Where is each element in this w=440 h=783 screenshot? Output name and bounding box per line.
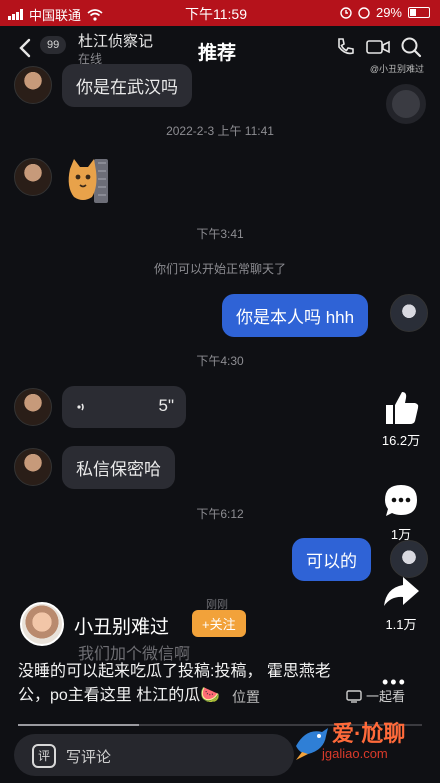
watch-together-label: 一起看 xyxy=(366,689,406,704)
comment-placeholder: 写评论 xyxy=(66,749,112,766)
site-watermark: 爱·尬聊 jgaliao.com xyxy=(292,716,438,780)
back-chevron-icon[interactable] xyxy=(14,36,38,60)
floating-assist-button[interactable] xyxy=(386,84,426,124)
status-bar: 中国联通 下午11:59 29% xyxy=(0,0,440,26)
comment-edit-icon: 评 xyxy=(32,744,56,768)
site-watermark-url: jgaliao.com xyxy=(322,746,388,761)
comment-count: 1万 xyxy=(390,527,412,542)
like-button[interactable]: 16.2万 xyxy=(372,390,430,449)
chat-contact-name[interactable]: 杜江侦察记 xyxy=(78,30,153,51)
author-name[interactable]: 小丑别难过 xyxy=(74,612,169,639)
site-watermark-name: 爱·尬聊 xyxy=(332,721,406,746)
wifi-icon xyxy=(87,8,103,21)
contact-avatar[interactable] xyxy=(14,388,52,426)
phone-icon[interactable] xyxy=(334,36,356,58)
watch-together-button[interactable]: 一起看 xyxy=(346,686,405,705)
voice-duration: 5" xyxy=(158,396,175,415)
carrier-label: 中国联通 xyxy=(29,8,82,23)
message-bubble-sent: 你是本人吗 hhh xyxy=(222,294,369,337)
message-bubble-received: 你是在武汉吗 xyxy=(62,64,192,107)
battery-percent: 29% xyxy=(375,5,402,20)
video-progress-fill xyxy=(18,724,140,726)
lock-rotation-icon xyxy=(358,6,370,19)
comment-button[interactable]: 1万 xyxy=(372,482,430,543)
signal-icon xyxy=(8,9,23,20)
comment-bubble-icon xyxy=(385,485,417,516)
like-count: 16.2万 xyxy=(381,433,421,448)
follow-button[interactable]: +关注 xyxy=(192,610,246,637)
message-timestamp: 2022-2-3 上午 11:41 xyxy=(166,124,274,138)
unread-badge: 99 xyxy=(40,36,67,54)
thumbs-up-icon xyxy=(386,392,419,424)
contact-avatar[interactable] xyxy=(14,158,52,196)
location-label[interactable]: 位置 xyxy=(232,687,260,707)
comment-input[interactable]: 评 写评论 xyxy=(14,734,294,776)
page-title[interactable]: 推荐 xyxy=(198,38,236,65)
author-avatar[interactable] xyxy=(20,602,64,646)
voice-message-bubble[interactable]: 5" xyxy=(62,386,186,428)
tv-icon xyxy=(346,690,362,703)
chat-header: 99 杜江侦察记 在线 推荐 @小丑别难过 xyxy=(0,26,440,74)
message-timestamp: 下午3:41 xyxy=(196,227,244,241)
video-caption: 没睡的可以起来吃瓜了投稿:投稿， 霍思燕老公，po主看这里 杜江的瓜🍉 xyxy=(18,663,331,704)
contact-avatar[interactable] xyxy=(14,66,52,104)
author-watermark-tag: @小丑别难过 xyxy=(369,64,424,74)
alarm-icon xyxy=(340,6,352,19)
message-bubble-received: 私信保密哈 xyxy=(62,446,175,489)
message-bubble-sent: 可以的 xyxy=(292,538,371,581)
share-arrow-icon xyxy=(384,577,419,606)
battery-icon xyxy=(408,7,430,18)
search-icon[interactable] xyxy=(400,36,422,58)
voice-wave-icon xyxy=(77,403,84,411)
status-time: 下午11:59 xyxy=(185,6,247,22)
share-count: 1.1万 xyxy=(385,617,417,632)
video-call-icon[interactable] xyxy=(366,38,390,56)
system-notice: 你们可以开始正常聊天了 xyxy=(153,262,286,276)
share-button[interactable]: 1.1万 xyxy=(372,574,430,633)
message-timestamp: 下午4:30 xyxy=(196,354,244,368)
contact-avatar[interactable] xyxy=(14,448,52,486)
my-avatar[interactable] xyxy=(390,540,428,578)
my-avatar[interactable] xyxy=(390,294,428,332)
cat-sticker-icon[interactable] xyxy=(64,157,110,205)
faint-timestamp: 刚刚 xyxy=(206,599,228,611)
